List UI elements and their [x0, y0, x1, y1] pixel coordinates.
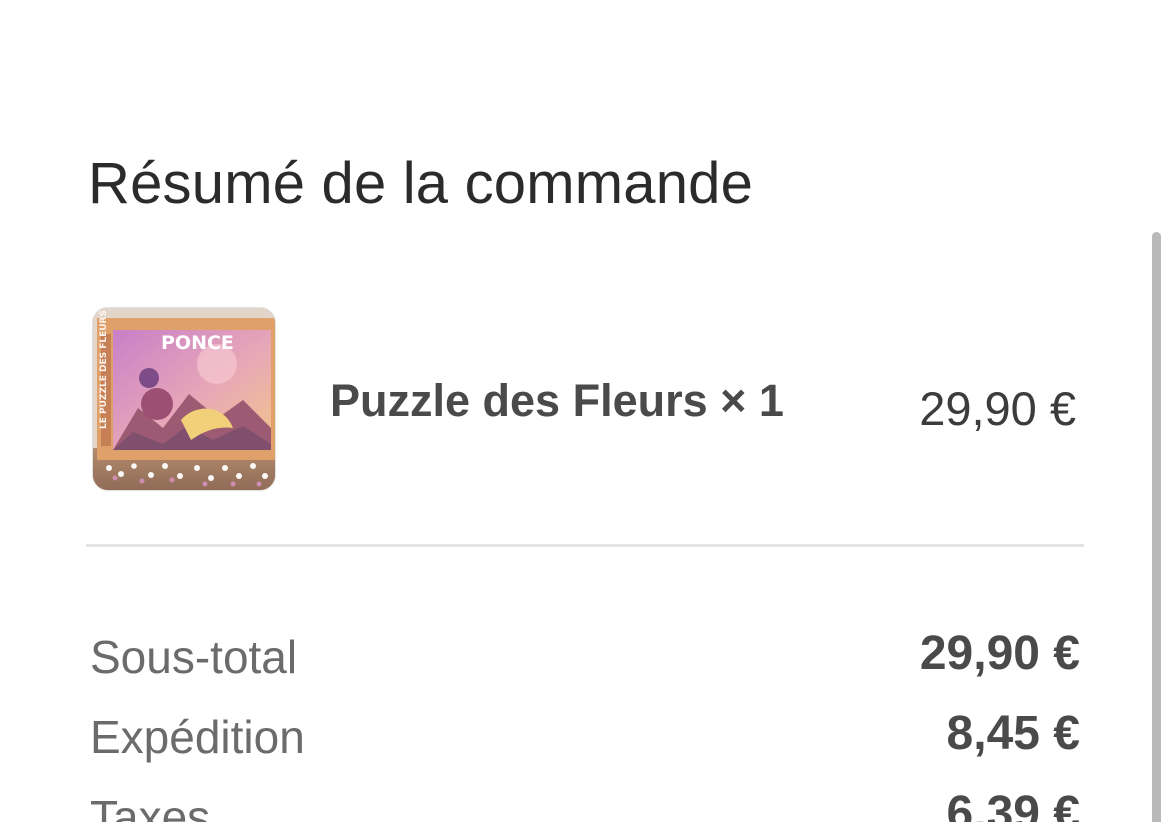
taxes-row: Taxes 6,39 € — [90, 787, 1080, 822]
section-divider — [86, 544, 1084, 547]
subtotal-value: 29,90 € — [919, 627, 1080, 680]
order-summary-title: Résumé de la commande — [88, 151, 754, 216]
taxes-value: 6,39 € — [946, 787, 1080, 822]
subtotal-row: Sous-total 29,90 € — [90, 627, 1080, 690]
product-name: Puzzle des Fleurs × 1 — [330, 375, 784, 426]
shipping-row: Expédition 8,45 € — [90, 707, 1080, 770]
vertical-scrollbar[interactable] — [1152, 232, 1161, 822]
order-item: LE PUZZLE DES FLEURS PONCE Puzzle des Fl… — [92, 307, 1082, 493]
shipping-value: 8,45 € — [946, 707, 1080, 760]
subtotal-label: Sous-total — [90, 631, 298, 683]
taxes-label: Taxes — [90, 791, 211, 822]
product-thumbnail: LE PUZZLE DES FLEURS PONCE — [92, 307, 276, 491]
product-price: 29,90 € — [919, 382, 1076, 435]
shipping-label: Expédition — [90, 711, 305, 763]
thumbnail-brand-text: PONCE — [161, 332, 234, 354]
thumbnail-side-label: LE PUZZLE DES FLEURS — [99, 310, 109, 429]
